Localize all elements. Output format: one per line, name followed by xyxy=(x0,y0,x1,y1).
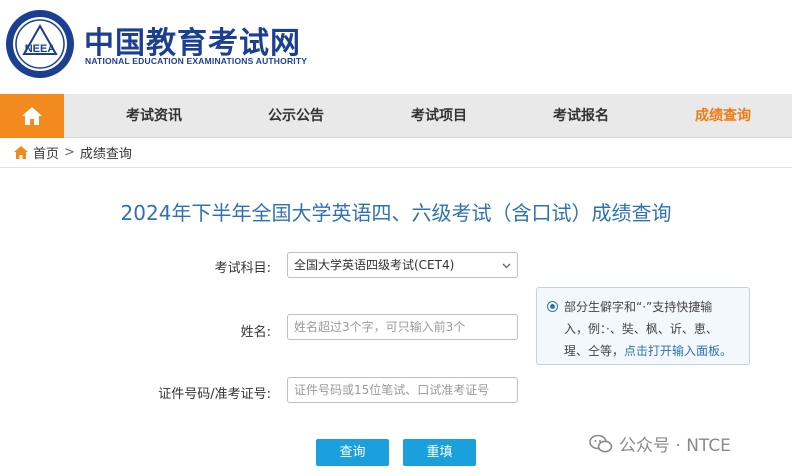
nav-item-exams[interactable]: 考试项目 xyxy=(384,94,494,138)
subject-select[interactable]: 全国大学英语四级考试(CET4) xyxy=(287,252,518,278)
nav-item-registration[interactable]: 考试报名 xyxy=(526,94,636,138)
wechat-watermark: 公众号 · NTCE xyxy=(589,431,731,456)
id-number-input[interactable]: 证件号码或15位笔试、口试准考证号 xyxy=(287,377,518,403)
site-header: NEEA 中国教育考试网 NATIONAL EDUCATION EXAMINAT… xyxy=(0,0,792,94)
subject-label: 考试科目: xyxy=(214,261,271,276)
rare-character-tip: 部分生僻字和“·”支持快捷输 入，例：·、奘、枫、䜣、恵、 瑆、仝等，点击打开输… xyxy=(536,287,750,365)
breadcrumb-home-link[interactable]: 首页 xyxy=(33,143,59,162)
radio-dot-icon xyxy=(547,301,558,312)
nav-item-score-query[interactable]: 成绩查询 xyxy=(668,94,778,138)
open-input-panel-link[interactable]: 点击打开输入面板。 xyxy=(624,344,732,358)
main-nav: 考试资讯 公示公告 考试项目 考试报名 成绩查询 xyxy=(0,94,792,138)
breadcrumb-current: 成绩查询 xyxy=(79,147,132,162)
name-label: 姓名: xyxy=(240,325,271,340)
name-input[interactable]: 姓名超过3个字，可只输入前3个 xyxy=(287,314,518,340)
home-icon xyxy=(22,107,42,125)
nav-home-button[interactable] xyxy=(0,94,64,138)
breadcrumb: 首页 > 成绩查询 xyxy=(0,138,792,168)
wechat-icon xyxy=(589,434,613,452)
site-logo-en: NATIONAL EDUCATION EXAMINATIONS AUTHORIT… xyxy=(85,56,308,66)
tip-line-3: 瑆、仝等，点击打开输入面板。 xyxy=(564,344,733,358)
query-button[interactable]: 查询 xyxy=(316,439,389,466)
neea-seal-logo: NEEA xyxy=(6,10,74,78)
breadcrumb-separator: > xyxy=(64,145,75,160)
id-label: 证件号码/准考证号: xyxy=(158,387,271,402)
home-icon xyxy=(14,146,28,159)
reset-button[interactable]: 重填 xyxy=(403,439,476,466)
chevron-down-icon xyxy=(502,263,511,269)
watermark-text: 公众号 · NTCE xyxy=(619,436,731,456)
page-title: 2024年下半年全国大学英语四、六级考试（含口试）成绩查询 xyxy=(120,201,672,225)
subject-select-value: 全国大学英语四级考试(CET4) xyxy=(294,258,455,272)
svg-text:NEEA: NEEA xyxy=(25,43,56,55)
page: NEEA 中国教育考试网 NATIONAL EDUCATION EXAMINAT… xyxy=(0,0,792,476)
nav-item-news[interactable]: 考试资讯 xyxy=(99,94,209,138)
tip-line-2: 入，例：·、奘、枫、䜣、恵、 xyxy=(564,322,718,336)
nav-item-notices[interactable]: 公示公告 xyxy=(241,94,351,138)
tip-line-1: 部分生僻字和“·”支持快捷输 xyxy=(547,296,739,318)
